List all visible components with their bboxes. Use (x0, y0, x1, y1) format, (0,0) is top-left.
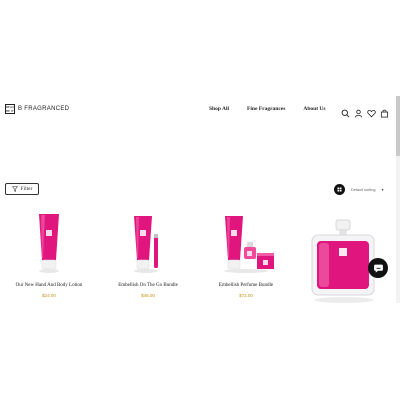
nav-fine-fragrances[interactable]: Fine Fragrances (247, 106, 285, 112)
sort-dropdown[interactable]: Default sorting ▾ (351, 187, 384, 192)
top-blank-area (0, 0, 400, 96)
product-name[interactable]: Our New Hand And Body Lotion (4, 283, 94, 288)
nav-about-us[interactable]: About Us (303, 106, 325, 112)
product-listing-page: BE AU BE IT B FRAGRANCED Shop All Fine F… (0, 96, 400, 303)
grid-view-toggle[interactable] (334, 184, 345, 195)
search-icon[interactable] (341, 105, 350, 118)
scrollbar-thumb[interactable] (396, 96, 400, 156)
main-nav: Shop All Fine Fragrances About Us (209, 106, 326, 112)
logo-text: B FRAGRANCED (18, 106, 70, 112)
product-card[interactable]: Embellish Perfume Bundle $72.00 (201, 208, 291, 303)
cart-bag-icon[interactable] (380, 105, 389, 118)
chevron-down-icon: ▾ (381, 187, 384, 192)
sort-label: Default sorting (351, 187, 376, 192)
logo-mark: BE AU BE IT (5, 104, 15, 114)
chat-widget-button[interactable] (368, 258, 388, 278)
product-image[interactable] (201, 208, 291, 274)
logo-mark-text: IT (10, 109, 14, 113)
product-card[interactable]: Our New Hand And Body Lotion $24.00 (4, 208, 94, 303)
grid-icon (337, 187, 342, 192)
filter-button[interactable]: Filter (5, 183, 39, 195)
product-price: $24.00 (42, 293, 56, 298)
account-icon[interactable] (354, 105, 363, 118)
product-price: $46.00 (141, 293, 155, 298)
filter-funnel-icon (11, 186, 18, 192)
header-icons (341, 105, 389, 118)
nav-shop-all[interactable]: Shop All (209, 106, 229, 112)
product-image[interactable] (103, 208, 193, 274)
product-price: $72.00 (239, 293, 253, 298)
product-name[interactable]: Embellish On The Go Bundle (103, 283, 193, 288)
product-image[interactable] (4, 208, 94, 274)
wishlist-heart-icon[interactable] (367, 105, 376, 118)
product-card[interactable]: Embellish On The Go Bundle $46.00 (103, 208, 193, 303)
filter-label: Filter (20, 186, 33, 192)
chat-bubble-icon (373, 264, 383, 273)
bottom-blank-area (0, 303, 400, 400)
site-logo[interactable]: BE AU BE IT B FRAGRANCED (5, 104, 69, 114)
product-name[interactable]: Embellish Perfume Bundle (201, 283, 291, 288)
